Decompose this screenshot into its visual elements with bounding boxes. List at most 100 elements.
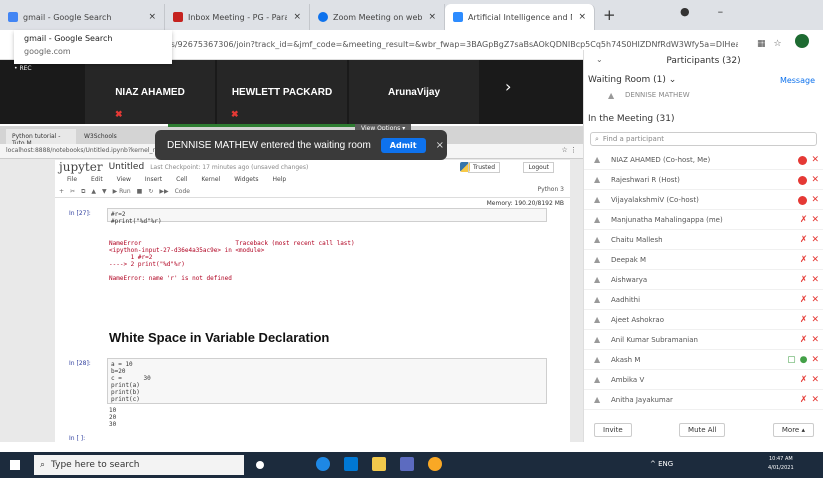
tab-title: Zoom Meeting on web - Zoo <box>333 12 423 22</box>
muted-mic-icon: ✖ <box>231 109 239 119</box>
close-tab-icon[interactable]: × <box>428 12 436 22</box>
participant-name: Rajeshwari R (Host) <box>611 175 680 184</box>
chrome-icon[interactable] <box>428 457 442 471</box>
unmuted-mic-icon: ● <box>799 355 808 365</box>
menu-widgets: Widgets <box>234 176 259 183</box>
system-tray[interactable]: ^ ENG <box>650 460 673 468</box>
muted-mic-icon: ✗ <box>799 275 808 285</box>
video-off-icon: ✕ <box>811 215 819 225</box>
video-off-icon: ✕ <box>811 195 819 205</box>
participant-row[interactable]: ▲ Manjunatha Mahalingappa (me) ✗ ✕ <box>584 210 823 230</box>
taskbar-clock[interactable]: 10:47 AM 4/01/2021 <box>768 455 794 473</box>
participant-row[interactable]: ▲ Ambika V ✗ ✕ <box>584 370 823 390</box>
participant-row[interactable]: ▲ Deepak M ✗ ✕ <box>584 250 823 270</box>
code-cell: a = 10 b=20 c = 30 print(a) print(b) pri… <box>107 358 547 404</box>
cell-prompt: In [28]: <box>69 360 91 367</box>
person-icon: ▲ <box>594 275 601 284</box>
taskbar-search-box[interactable]: ⌕ Type here to search <box>34 455 244 475</box>
tab-ai-course[interactable]: Artificial Intelligence and M × <box>445 4 595 30</box>
tab-zoom-meeting[interactable]: Zoom Meeting on web - Zoo × <box>310 4 445 30</box>
window-controls[interactable]: ●– <box>680 5 751 18</box>
video-off-icon: ✕ <box>811 175 819 185</box>
tab-inbox-meeting[interactable]: Inbox Meeting - PG - Paramesh Ro × <box>165 4 310 30</box>
close-tab-icon[interactable]: × <box>148 12 156 22</box>
omnibox-suggestion[interactable]: gmail - Google Search google.com <box>14 30 172 64</box>
participant-row[interactable]: ▲ Anitha Jayakumar ✗ ✕ <box>584 390 823 410</box>
video-tile[interactable]: NIAZ AHAMED ✖ <box>85 60 215 124</box>
admit-button[interactable]: Admit <box>380 137 426 153</box>
waiting-participant-name: DENNISE MATHEW <box>625 91 690 99</box>
video-tile[interactable]: HEWLETT PACKARD ✖ <box>217 60 347 124</box>
person-icon: ▲ <box>594 215 601 224</box>
video-off-icon: ✕ <box>811 155 819 165</box>
jupyter-toolbar: + ✂ ⧉ ▲ ▼ ▶ Run ■ ↻ ▶▶ Code <box>55 186 570 198</box>
waiting-room-section[interactable]: Waiting Room (1) ⌄ Message <box>584 72 823 88</box>
cortana-icon[interactable] <box>256 461 264 469</box>
find-participant-input[interactable]: ⌕ Find a participant <box>590 132 817 146</box>
participant-row[interactable]: ▲ Akash M ▢ ● ✕ <box>584 350 823 370</box>
collapse-panel-icon[interactable]: ⌄ <box>596 55 603 64</box>
participant-name: Ajeet Ashokrao <box>611 315 664 324</box>
close-notification-icon[interactable]: × <box>436 140 444 151</box>
shared-tab: W3Schools <box>84 133 117 140</box>
participant-row[interactable]: ▲ Aishwarya ✗ ✕ <box>584 270 823 290</box>
record-icon[interactable]: ● <box>680 5 718 18</box>
invite-button[interactable]: Invite <box>594 423 632 437</box>
minimize-icon[interactable]: – <box>718 5 752 18</box>
gmail-favicon-icon <box>173 12 183 22</box>
clock-date: 4/01/2021 <box>768 465 794 471</box>
video-tile[interactable]: ArunaVijay <box>349 60 479 124</box>
edge-icon[interactable] <box>316 457 330 471</box>
person-icon: ▲ <box>594 395 601 404</box>
participant-row[interactable]: ▲ Aadhithi ✗ ✕ <box>584 290 823 310</box>
mute-all-button[interactable]: Mute All <box>679 423 726 437</box>
participant-row[interactable]: ▲ VijayalakshmiV (Co-host) ✕ <box>584 190 823 210</box>
video-off-icon: ✕ <box>811 375 819 385</box>
app-icon[interactable] <box>400 457 414 471</box>
message-button[interactable]: Message <box>780 76 815 85</box>
cell-prompt: In [27]: <box>69 210 91 217</box>
cell-output: 10 20 30 <box>109 407 117 428</box>
close-tab-icon[interactable]: × <box>293 12 301 22</box>
restart-icon: ↻ <box>148 188 154 195</box>
participant-row[interactable]: ▲ Anil Kumar Subramanian ✗ ✕ <box>584 330 823 350</box>
search-icon: ⌕ <box>595 134 599 143</box>
star-icon[interactable]: ☆ <box>774 39 790 49</box>
stop-icon: ■ <box>136 188 143 195</box>
checkpoint-status: Last Checkpoint: 17 minutes ago (unsaved… <box>150 163 309 171</box>
tab-gmail-search[interactable]: gmail - Google Search × <box>0 4 165 30</box>
waiting-participant[interactable]: ▲ DENNISE MATHEW <box>584 88 823 102</box>
store-icon[interactable] <box>344 457 358 471</box>
windows-taskbar: ⌕ Type here to search ^ ENG 10:47 AM 4/0… <box>0 452 823 478</box>
participant-name: Deepak M <box>611 255 647 264</box>
muted-mic-icon <box>798 195 808 205</box>
next-gallery-icon[interactable]: › <box>505 77 511 96</box>
participant-row[interactable]: ▲ NIAZ AHAMED (Co-host, Me) ✕ <box>584 150 823 170</box>
course-favicon-icon <box>453 12 463 22</box>
video-off-icon: ✕ <box>811 295 819 305</box>
cell-prompt: In [ ]: <box>69 435 86 442</box>
windows-start-icon[interactable] <box>10 460 20 470</box>
close-tab-icon[interactable]: × <box>578 12 586 22</box>
cut-icon: ✂ <box>70 188 76 195</box>
cell-type-select: Code <box>174 188 190 195</box>
participant-name: Akash M <box>611 355 641 364</box>
tab-title: gmail - Google Search <box>23 12 112 22</box>
zoom-video-strip: NIAZ AHAMED ✖ HEWLETT PACKARD ✖ ArunaVij… <box>0 60 583 124</box>
muted-mic-icon: ✗ <box>799 215 808 225</box>
participant-row[interactable]: ▲ Ajeet Ashokrao ✗ ✕ <box>584 310 823 330</box>
participant-row[interactable]: ▲ Rajeshwari R (Host) ✕ <box>584 170 823 190</box>
profile-avatar[interactable] <box>795 34 809 48</box>
participant-row[interactable]: ▲ Chaitu Mallesh ✗ ✕ <box>584 230 823 250</box>
new-tab-button[interactable]: + <box>603 6 616 24</box>
markdown-heading: White Space in Variable Declaration <box>109 330 330 345</box>
run-all-icon: ▶▶ <box>159 188 169 195</box>
person-icon: ▲ <box>594 255 601 264</box>
muted-mic-icon: ✗ <box>799 335 808 345</box>
participants-title: Participants (32) <box>666 56 741 66</box>
menu-file: File <box>67 176 78 183</box>
more-button[interactable]: More ▴ <box>772 423 814 437</box>
file-explorer-icon[interactable] <box>372 457 386 471</box>
extensions-icon[interactable]: ▦ <box>757 39 774 49</box>
chat-icon: ▢ <box>787 355 796 365</box>
